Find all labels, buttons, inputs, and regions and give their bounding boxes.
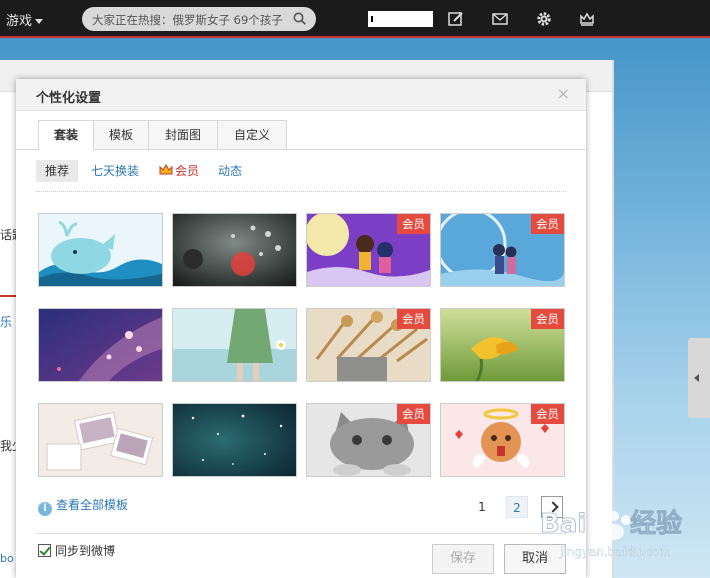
gear-icon[interactable]: [535, 10, 553, 28]
template-thumb-angel[interactable]: 会员: [440, 403, 565, 477]
crown-icon: [159, 164, 173, 175]
template-thumb-whale[interactable]: [38, 213, 163, 287]
username-box[interactable]: [368, 11, 433, 27]
sync-checkbox[interactable]: [38, 544, 51, 557]
game-menu-label: 游戏: [6, 14, 33, 29]
template-thumb-stars[interactable]: [172, 403, 297, 477]
subtab-divider: [36, 191, 566, 192]
top-nav-bar: 游戏 大家正在热搜：俄罗斯女子 69个孩子: [0, 0, 710, 38]
close-icon[interactable]: ×: [557, 86, 570, 102]
svg-text:经验: 经验: [630, 508, 682, 539]
template-thumb-girl[interactable]: [172, 308, 297, 382]
tab-custom[interactable]: 自定义: [217, 120, 287, 150]
purple-sparkle-image: [39, 309, 162, 381]
subtab-seven-days[interactable]: 七天换装: [91, 160, 139, 182]
svg-text:Bai: Bai: [540, 509, 586, 539]
template-thumb-drops[interactable]: [172, 213, 297, 287]
footer-divider: [36, 533, 566, 534]
background-url-text[interactable]: bo: [0, 552, 14, 565]
page-1-button[interactable]: 1: [473, 496, 491, 518]
vip-badge: 会员: [397, 404, 430, 424]
vip-badge: 会员: [531, 309, 564, 329]
dialog-title: 个性化设置: [36, 91, 102, 106]
vip-badge: 会员: [531, 404, 564, 424]
background-divider: [0, 295, 16, 297]
game-menu[interactable]: 游戏: [6, 10, 44, 29]
template-thumb-clock[interactable]: 会员: [440, 213, 565, 287]
view-all-label: 查看全部模板: [56, 498, 129, 512]
vip-badge: 会员: [397, 214, 430, 234]
crown-icon[interactable]: [578, 10, 596, 28]
sync-weibo-option[interactable]: 同步到微博: [38, 543, 115, 559]
subtab-vip-label: 会员: [175, 164, 200, 178]
vip-badge: 会员: [397, 309, 430, 329]
subtab-recommended[interactable]: 推荐: [36, 160, 79, 182]
personalize-dialog: 个性化设置 × 套装 模板 封面图 自定义 推荐 七天换装 会员 动态 会员 会…: [16, 79, 586, 578]
template-thumb-couple[interactable]: 会员: [306, 213, 431, 287]
girl-green-dress-image: [173, 309, 296, 381]
baidu-watermark-logo: Bai 经验 jingyan.baidu.com: [540, 508, 682, 560]
mail-icon[interactable]: [491, 10, 509, 28]
info-icon: i: [38, 502, 52, 516]
template-thumb-yellow-flower[interactable]: 会员: [440, 308, 565, 382]
sync-label: 同步到微博: [55, 544, 116, 558]
template-thumb-sparkle[interactable]: [38, 308, 163, 382]
page-2-button[interactable]: 2: [506, 496, 528, 518]
chevron-down-icon: [35, 19, 44, 24]
vip-badge: 会员: [531, 214, 564, 234]
tab-cover[interactable]: 封面图: [148, 120, 218, 150]
template-thumb-cards[interactable]: [38, 403, 163, 477]
starry-sky-image: [173, 404, 296, 476]
view-all-templates-link[interactable]: i 查看全部模板: [38, 496, 129, 516]
save-button[interactable]: 保存: [432, 544, 494, 574]
svg-text:jingyan.baidu.com: jingyan.baidu.com: [559, 545, 671, 559]
tab-template[interactable]: 模板: [93, 120, 149, 150]
search-placeholder: 大家正在热搜：俄罗斯女子 69个孩子: [92, 13, 283, 27]
photo-cards-image: [39, 404, 162, 476]
background-link-text[interactable]: 乐: [0, 313, 12, 330]
search-icon[interactable]: [293, 12, 306, 25]
search-input[interactable]: 大家正在热搜：俄罗斯女子 69个孩子: [82, 7, 316, 31]
edit-icon[interactable]: [447, 10, 465, 28]
side-collapse-tab[interactable]: [688, 338, 710, 418]
template-thumb-cat[interactable]: 会员: [306, 403, 431, 477]
dialog-header: 个性化设置 ×: [16, 79, 586, 111]
subtab-vip[interactable]: 会员: [159, 160, 199, 182]
template-thumb-dried[interactable]: 会员: [306, 308, 431, 382]
subtab-dynamic[interactable]: 动态: [218, 160, 242, 182]
tab-suit[interactable]: 套装: [38, 120, 94, 151]
whale-image: [39, 214, 162, 286]
water-drops-image: [173, 214, 296, 286]
